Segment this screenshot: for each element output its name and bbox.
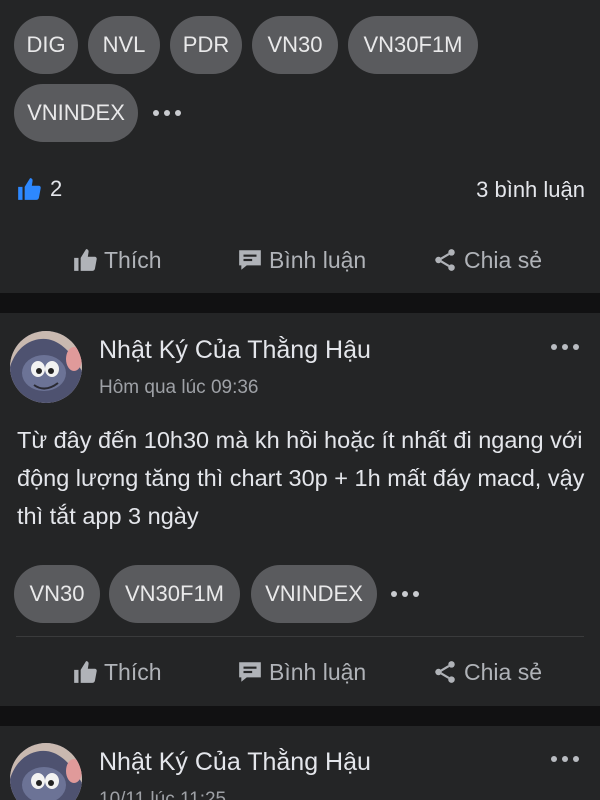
tag-chip[interactable]: VN30F1M [348,16,478,74]
post-card-3: Nhật Ký Của Thằng Hậu 10/11 lúc 11:25 [0,726,600,800]
more-options-icon[interactable] [551,344,579,350]
share-button[interactable]: Chia sẻ [432,240,542,280]
share-label: Chia sẻ [464,658,542,685]
comment-icon [239,250,261,270]
comment-label: Bình luận [269,246,367,273]
comment-button[interactable]: Bình luận [237,652,366,692]
like-icon [74,249,97,271]
share-icon [435,249,455,271]
more-tags-icon[interactable] [153,110,181,116]
tag-chip[interactable]: DIG [14,16,78,74]
post-timestamp[interactable]: 10/11 lúc 11:25 [99,789,226,800]
tag-chip[interactable]: PDR [170,16,242,74]
more-options-icon[interactable] [551,756,579,762]
post-card-2: Nhật Ký Của Thằng Hậu Hôm qua lúc 09:36 … [0,313,600,706]
author-name[interactable]: Nhật Ký Của Thằng Hậu [99,336,371,365]
tag-chip[interactable]: VN30F1M [109,565,240,623]
comment-label: Bình luận [269,658,367,685]
tag-chip[interactable]: VNINDEX [251,565,377,623]
reaction-summary[interactable]: 2 [16,176,62,202]
comment-icon [239,662,261,682]
share-label: Chia sẻ [464,246,542,273]
like-label: Thích [104,658,162,685]
comment-count[interactable]: 3 bình luận [476,177,585,203]
action-bar: Thích Bình luận Chia sẻ [0,230,600,290]
like-icon [18,178,41,200]
tag-chip[interactable]: VNINDEX [14,84,138,142]
action-bar: Thích Bình luận Chia sẻ [0,643,600,703]
tag-chip[interactable]: NVL [88,16,160,74]
post-text: Từ đây đến 10h30 mà kh hồi hoặc ít nhất … [17,427,585,529]
share-button[interactable]: Chia sẻ [432,652,542,692]
like-label: Thích [104,246,162,273]
post-card-1: DIG NVL PDR VN30 VN30F1M VNINDEX 2 3 bìn… [0,0,600,293]
avatar[interactable] [10,331,82,403]
tag-chip[interactable]: VN30 [14,565,100,623]
post-timestamp[interactable]: Hôm qua lúc 09:36 [99,377,259,399]
like-button[interactable]: Thích [72,240,162,280]
comment-button[interactable]: Bình luận [237,240,366,280]
avatar[interactable] [10,743,82,800]
like-icon [74,661,97,683]
reaction-count: 2 [50,176,63,201]
tag-chip[interactable]: VN30 [252,16,338,74]
more-tags-icon[interactable] [391,591,419,597]
share-icon [435,661,455,683]
author-name[interactable]: Nhật Ký Của Thằng Hậu [99,748,371,777]
like-button[interactable]: Thích [72,652,162,692]
divider [16,636,584,637]
